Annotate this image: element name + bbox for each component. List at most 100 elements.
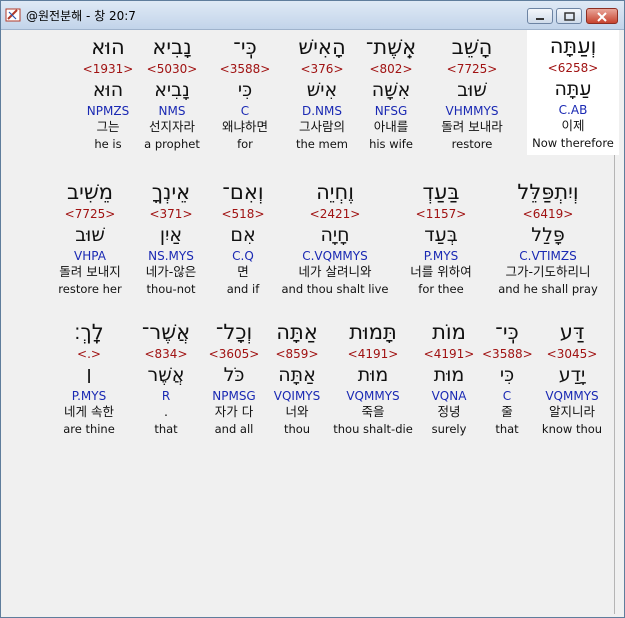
word-morph: VQIMYS — [273, 389, 321, 403]
word-strong: <518> — [221, 207, 265, 221]
word-strong: <5030> — [146, 62, 198, 76]
word-heb: מֵשִׁיב — [67, 180, 113, 204]
word-morph: C.AB — [558, 103, 588, 117]
word-root: אִם — [230, 224, 256, 246]
word-root: אִשָּׁה — [371, 79, 411, 101]
word-eng: surely — [431, 422, 467, 436]
word-root: מוּת — [433, 364, 465, 386]
maximize-icon — [564, 12, 575, 21]
word-kor: 이제 — [561, 118, 585, 133]
word-eng: for — [237, 137, 253, 151]
word-cell[interactable]: וְכָל־ <3605> כֹּל NPMSG 자가 다 and all — [199, 318, 269, 437]
word-kor: 면 — [237, 264, 249, 279]
word-cell[interactable]: בַּעַדְ <1157> בְּעַד P.MYS 너를 위하여 for thee — [396, 178, 486, 297]
word-kor: . — [164, 404, 168, 419]
word-eng: he is — [94, 137, 122, 151]
word-strong: <3588> — [482, 347, 533, 361]
word-morph: VHMMYS — [445, 104, 499, 118]
word-strong: <4191> — [423, 347, 475, 361]
word-eng: thou — [283, 422, 311, 436]
word-kor: 그는 — [96, 119, 120, 134]
word-root: שׁוּב — [75, 224, 105, 246]
word-root: שׁוּב — [457, 79, 487, 101]
word-cell[interactable]: אֵינְךָ <371> אַיִן NS.MYS 네가-않은 thou-not — [138, 178, 204, 297]
minimize-button[interactable] — [527, 8, 553, 24]
word-cell[interactable]: וֶחְיֵה <2421> חָיָה C.VQMMYS 네가 살려니와 and tho… — [273, 178, 397, 297]
word-kor: 돌려 보내라 — [441, 119, 503, 134]
word-root: אַיִן — [159, 224, 183, 246]
word-heb: לָֽךְ׃ — [74, 320, 104, 344]
word-eng: a prophet — [144, 137, 200, 151]
word-kor: 선지자라 — [148, 119, 195, 134]
word-heb: דַּע — [559, 320, 585, 344]
word-strong: <.> — [77, 347, 101, 361]
word-strong: <6419> — [522, 207, 574, 221]
title-bar[interactable]: @원전분해 - 창 20:7 — [1, 1, 624, 30]
word-eng: and all — [214, 422, 254, 436]
word-eng: that — [495, 422, 519, 436]
word-kor: 죽을 — [361, 404, 385, 419]
window-title: @원전분해 - 창 20:7 — [26, 9, 136, 23]
word-morph: C — [502, 389, 512, 403]
word-kor: 자가 다 — [214, 404, 254, 419]
word-cell[interactable]: אֲשֶׁר־ <834> אֲשֶׁר R. that — [137, 318, 195, 437]
word-cell[interactable]: לָֽךְ׃ <.> ׀ P.MYS 네게 속한 are thine — [49, 318, 129, 437]
word-kor: 돌려 보내지 — [59, 264, 121, 279]
word-strong: <3605> — [208, 347, 260, 361]
word-cell[interactable]: דַּע <3045> יָדַע VQMMYS 알지니라 know thou — [532, 318, 612, 437]
word-cell[interactable]: הוּא <1931> הוּא NPMZS 그는 he is — [78, 33, 138, 152]
interlinear-panel[interactable]: וְעַתָּה <6258> עַתָּה C.AB 이제 Now therefore ה… — [4, 30, 619, 614]
word-heb: נָבִיא — [152, 35, 192, 59]
word-eng: and thou shalt live — [281, 282, 389, 296]
word-heb: אֵינְךָ — [151, 180, 191, 204]
word-morph: D.NMS — [301, 104, 342, 118]
word-cell[interactable]: וְאִם־ <518> אִם C.Q 면 and if — [213, 178, 273, 297]
word-eng: restore her — [58, 282, 122, 296]
word-kor: 아내를 — [373, 119, 409, 134]
word-heb: מוֹת — [432, 320, 466, 344]
word-kor: 그가-기도하리니 — [505, 264, 591, 279]
word-cell[interactable]: אַתָּה <859> אַתָּה VQIMYS 너와 thou — [267, 318, 327, 437]
word-eng: the mem — [295, 137, 348, 151]
word-heb: כִּֽי־ — [233, 35, 257, 59]
word-root: כֹּל — [223, 364, 245, 386]
word-morph: VQNA — [431, 389, 467, 403]
word-cell[interactable]: הָאִישׁ <376> אִישׁ D.NMS 그사람의 the mem — [285, 33, 359, 152]
word-eng: that — [154, 422, 178, 436]
word-morph: VHPA — [74, 249, 106, 263]
word-eng: are thine — [63, 422, 115, 436]
word-strong: <834> — [144, 347, 188, 361]
word-morph: P.MYS — [71, 389, 107, 403]
word-cell[interactable]: מוֹת <4191> מוּת VQNA 정녕 surely — [418, 318, 480, 437]
word-kor: 너를 위하여 — [410, 264, 472, 279]
word-cell[interactable]: כִּֽי־ <3588> כִּי C 왜냐하면 for — [209, 33, 281, 152]
word-kor: 그사람의 — [298, 119, 345, 134]
word-eng: his wife — [369, 137, 413, 151]
word-heb: וְאִם־ — [222, 180, 264, 204]
word-heb: אֵֽשֶׁת־ — [365, 35, 417, 59]
close-button[interactable] — [586, 8, 618, 24]
word-morph: R — [161, 389, 171, 403]
word-strong: <1931> — [82, 62, 134, 76]
word-cell[interactable]: וְיִתְפַּלֵּל <6419> פָּלַל C.VTIMZS 그가-기도하리… — [484, 178, 612, 297]
app-icon[interactable] — [5, 7, 21, 23]
word-morph: C.Q — [232, 249, 254, 263]
word-morph: NS.MYS — [148, 249, 194, 263]
word-heb: כִּֽי־ — [495, 320, 519, 344]
word-morph: VQMMYS — [545, 389, 599, 403]
word-cell[interactable]: הָשֵׁב <7725> שׁוּב VHMMYS 돌려 보내라 restore — [429, 33, 515, 152]
word-root: הוּא — [92, 79, 124, 101]
app-window: @원전분해 - 창 20:7 וְעַתָּה <6258> עַתָּה C.AB 이… — [0, 0, 625, 618]
word-cell[interactable]: כִּֽי־ <3588> כִּי C 줄 that — [482, 318, 533, 437]
word-strong: <3588> — [219, 62, 271, 76]
word-cell[interactable]: נָבִיא <5030> נָבִיא NMS 선지자라 a prophet — [140, 33, 204, 152]
maximize-button[interactable] — [556, 8, 582, 24]
word-cell[interactable]: תָּמוּת <4191> מוּת VQMMYS 죽을 thou shalt-die — [323, 318, 423, 437]
word-kor: 네가 살려니와 — [298, 264, 372, 279]
word-strong: <7725> — [446, 62, 498, 76]
word-root: עַתָּה — [554, 78, 592, 100]
word-cell[interactable]: וְעַתָּה <6258> עַתָּה C.AB 이제 Now therefore — [527, 30, 619, 155]
word-cell[interactable]: מֵשִׁיב <7725> שׁוּב VHPA 돌려 보내지 restore her — [47, 178, 133, 297]
word-cell[interactable]: אֵֽשֶׁת־ <802> אִשָּׁה NFSG 아내를 his wife — [358, 33, 424, 152]
word-heb: וְכָל־ — [215, 320, 253, 344]
